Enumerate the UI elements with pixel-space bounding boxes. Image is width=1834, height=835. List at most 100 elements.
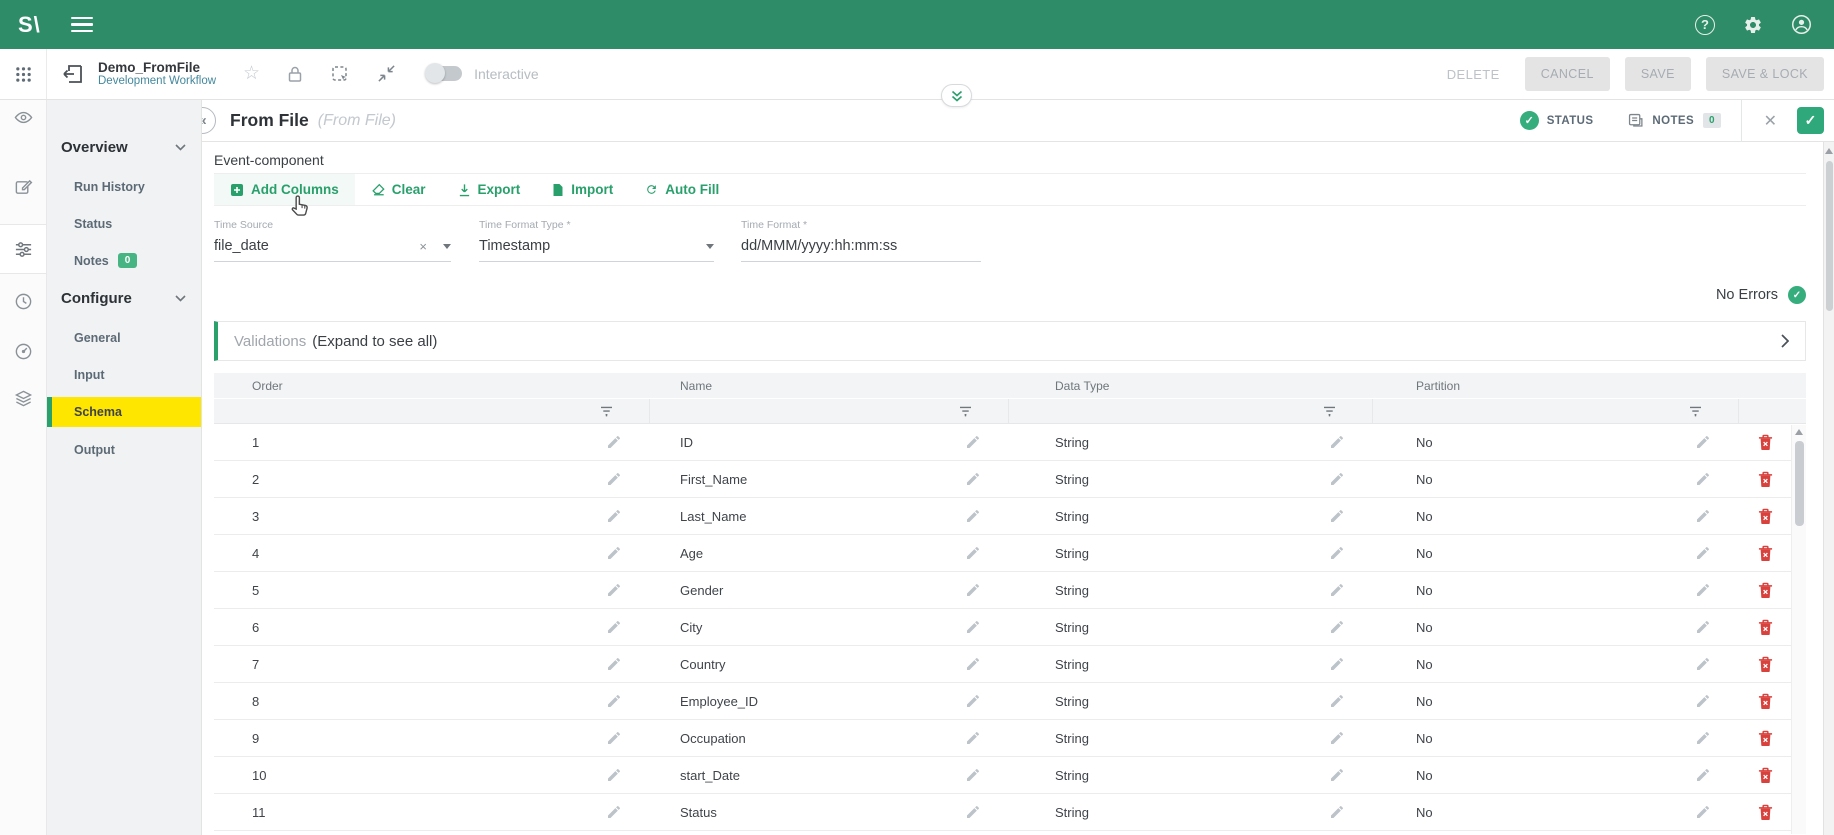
delete-row-trash-icon[interactable] [1758,656,1773,673]
column-header-name[interactable]: Name [650,379,1009,393]
collapse-header-pill[interactable] [941,84,972,107]
page-scrollbar[interactable] [1823,142,1834,835]
edit-pencil-icon[interactable] [606,767,622,783]
time-format-field[interactable]: Time Format * dd/MMM/yyyy:hh:mm:ss [741,219,981,262]
time-format-type-field[interactable]: Time Format Type * Timestamp [479,219,714,262]
sidebar-group-overview[interactable]: Overview [47,132,201,162]
edit-pencil-icon[interactable] [1329,804,1345,820]
interactive-toggle[interactable] [426,66,462,81]
edit-pencil-icon[interactable] [1329,434,1345,450]
delete-row-trash-icon[interactable] [1758,619,1773,636]
filter-icon[interactable] [959,406,972,417]
data-layers-icon[interactable] [0,389,46,408]
edit-pencil-icon[interactable] [606,582,622,598]
column-header-data-type[interactable]: Data Type [1009,379,1373,393]
edit-pencil-icon[interactable] [1329,508,1345,524]
collapse-arrows-icon[interactable] [377,64,396,83]
cancel-button[interactable]: CANCEL [1525,57,1610,91]
edit-pencil-icon[interactable] [1329,656,1345,672]
import-button[interactable]: Import [536,174,629,205]
confirm-check-button[interactable]: ✓ [1797,107,1824,134]
delete-button[interactable]: DELETE [1437,59,1510,90]
metrics-gauge-icon[interactable] [0,342,46,361]
sidebar-item-input[interactable]: Input [47,356,201,393]
account-icon[interactable] [1791,14,1812,35]
collapse-panel-icon[interactable]: « [201,107,216,134]
edit-pencil-icon[interactable] [965,471,981,487]
edit-pencil-icon[interactable] [1695,730,1711,746]
edit-pencil-icon[interactable] [965,434,981,450]
delete-row-trash-icon[interactable] [1758,582,1773,599]
time-source-field[interactable]: Time Source file_date × [214,219,451,262]
sidebar-item-notes[interactable]: Notes 0 [47,242,201,279]
status-header-label[interactable]: STATUS [1547,115,1594,127]
delete-row-trash-icon[interactable] [1758,471,1773,488]
edit-pencil-icon[interactable] [965,545,981,561]
edit-pencil-icon[interactable] [965,693,981,709]
delete-row-trash-icon[interactable] [1758,804,1773,821]
edit-pencil-icon[interactable] [1695,582,1711,598]
notes-header-button[interactable]: NOTES 0 [1627,112,1720,129]
edit-pencil-icon[interactable] [965,767,981,783]
edit-pencil-icon[interactable] [1695,767,1711,783]
hamburger-menu-icon[interactable] [71,13,93,37]
column-header-order[interactable]: Order [214,379,650,393]
edit-pencil-icon[interactable] [606,619,622,635]
save-and-lock-button[interactable]: SAVE & LOCK [1706,57,1824,91]
sidebar-item-output[interactable]: Output [47,431,201,468]
auto-fill-button[interactable]: Auto Fill [629,174,735,205]
validations-expander[interactable]: Validations (Expand to see all) [214,321,1806,361]
delete-row-trash-icon[interactable] [1758,545,1773,562]
sidebar-group-configure[interactable]: Configure [47,283,201,313]
sidebar-item-schema[interactable]: Schema [47,397,201,427]
column-header-partition[interactable]: Partition [1373,379,1739,393]
delete-row-trash-icon[interactable] [1758,767,1773,784]
delete-row-trash-icon[interactable] [1758,693,1773,710]
edit-pencil-icon[interactable] [606,508,622,524]
export-button[interactable]: Export [442,174,537,205]
edit-pencil-icon[interactable] [1329,693,1345,709]
edit-pencil-icon[interactable] [1695,693,1711,709]
edit-pencil-icon[interactable] [1329,545,1345,561]
settings-gear-icon[interactable] [1743,15,1763,35]
edit-pencil-icon[interactable] [606,804,622,820]
table-scrollbar[interactable] [1791,425,1806,834]
edit-pencil-icon[interactable] [965,804,981,820]
edit-pencil-icon[interactable] [606,693,622,709]
edit-pencil-icon[interactable] [606,656,622,672]
filter-icon[interactable] [1323,406,1336,417]
apps-grid-icon[interactable] [0,49,47,99]
edit-pencil-icon[interactable] [1695,434,1711,450]
selection-marquee-icon[interactable] [330,64,350,84]
favorite-star-icon[interactable]: ☆ [243,62,260,85]
filter-icon[interactable] [600,406,613,417]
scroll-up-arrow-icon[interactable] [1795,429,1803,435]
edit-pencil-icon[interactable] [1329,471,1345,487]
history-clock-icon[interactable] [0,292,46,311]
sidebar-item-general[interactable]: General [47,319,201,356]
delete-row-trash-icon[interactable] [1758,508,1773,525]
edit-pencil-icon[interactable] [1695,656,1711,672]
filter-icon[interactable] [1689,406,1702,417]
edit-pencil-icon[interactable] [965,508,981,524]
edit-pencil-icon[interactable] [965,619,981,635]
scroll-up-arrow-icon[interactable] [1825,148,1833,154]
close-icon[interactable]: ✕ [1758,107,1783,135]
edit-pencil-icon[interactable] [1695,545,1711,561]
sidebar-item-run-history[interactable]: Run History [47,168,201,205]
edit-pencil-icon[interactable] [606,471,622,487]
edit-pencil-icon[interactable] [965,656,981,672]
table-scrollbar-thumb[interactable] [1795,441,1804,526]
exit-workflow-icon[interactable] [61,62,85,86]
edit-pencil-icon[interactable] [1329,619,1345,635]
edit-pencil-icon[interactable] [1329,767,1345,783]
dropdown-caret-icon[interactable] [706,244,714,249]
edit-pencil-icon[interactable] [1695,471,1711,487]
sidebar-item-status[interactable]: Status [47,205,201,242]
edit-pencil-icon[interactable] [1329,582,1345,598]
preview-eye-icon[interactable] [0,108,46,127]
edit-pencil-icon[interactable] [965,730,981,746]
edit-pencil-icon[interactable] [1695,508,1711,524]
clear-button[interactable]: Clear [355,174,442,205]
edit-pencil-icon[interactable] [606,730,622,746]
